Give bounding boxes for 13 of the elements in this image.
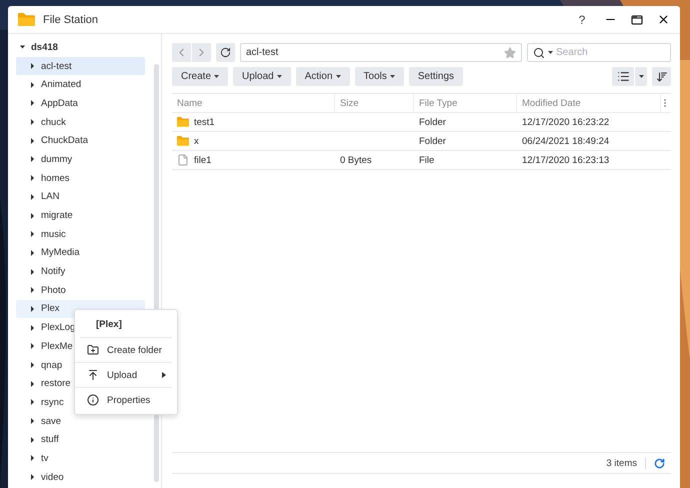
type-cell: Folder: [414, 132, 517, 151]
window-title: File Station: [43, 14, 100, 26]
item-count: 3 items: [606, 458, 637, 468]
menu-title: [Plex]: [80, 312, 172, 338]
type-cell: File: [414, 151, 517, 170]
date-cell: 06/24/2021 18:49:24: [517, 132, 661, 151]
type-cell: Folder: [414, 113, 517, 132]
size-cell: 0 Bytes: [335, 151, 414, 170]
date-cell: 12/17/2020 16:23:13: [517, 151, 661, 170]
file-name: test1: [194, 116, 215, 128]
file-name: file1: [194, 154, 212, 166]
file-name: x: [194, 136, 199, 146]
date-cell: 12/17/2020 16:23:22: [517, 113, 661, 132]
